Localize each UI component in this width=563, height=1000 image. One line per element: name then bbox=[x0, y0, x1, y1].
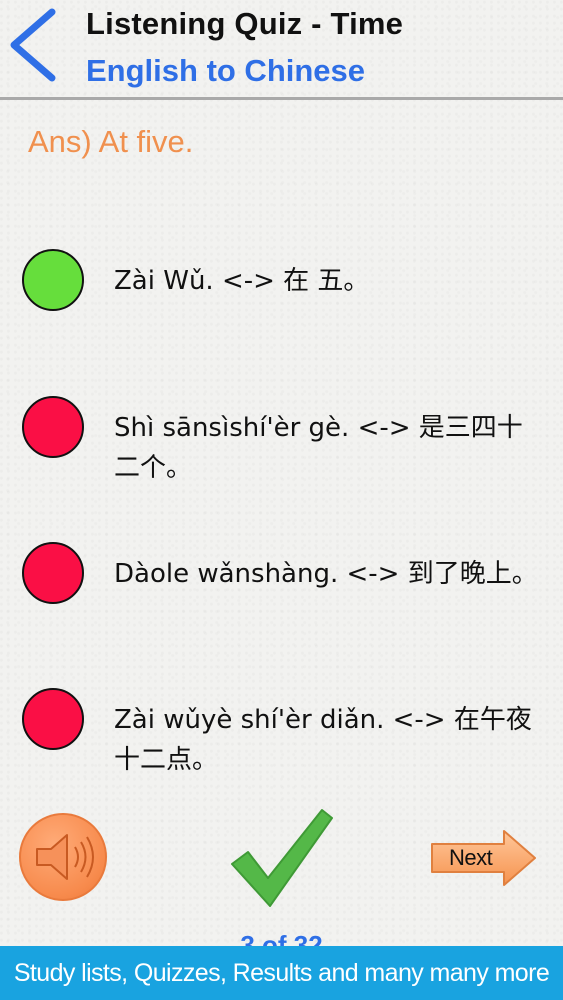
option-text: Zài Wǔ. <-> 在 五。 bbox=[114, 266, 370, 296]
option-text: Dàole wǎnshàng. <-> 到了晚上。 bbox=[114, 559, 538, 589]
header-bar: Listening Quiz - Time English to Chinese bbox=[0, 0, 563, 100]
incorrect-indicator-dot bbox=[22, 688, 84, 750]
checkmark-icon[interactable] bbox=[226, 806, 336, 910]
next-label: Next bbox=[449, 845, 493, 870]
option-text: Shì sānsìshí'èr gè. <-> 是三四十二个。 bbox=[114, 413, 523, 483]
correct-indicator-dot bbox=[22, 249, 84, 311]
play-sound-button[interactable] bbox=[19, 813, 107, 901]
back-chevron-icon[interactable] bbox=[6, 8, 62, 82]
incorrect-indicator-dot bbox=[22, 542, 84, 604]
promo-banner[interactable]: Study lists, Quizzes, Results and many m… bbox=[0, 946, 563, 1000]
speaker-icon bbox=[36, 834, 94, 880]
page-title: Listening Quiz - Time bbox=[86, 6, 404, 41]
answer-text: Ans) At five. bbox=[28, 124, 194, 159]
incorrect-indicator-dot bbox=[22, 396, 84, 458]
page-subtitle: English to Chinese bbox=[86, 53, 366, 88]
option-text: Zài wǔyè shí'èr diǎn. <-> 在午夜十二点。 bbox=[114, 705, 532, 775]
